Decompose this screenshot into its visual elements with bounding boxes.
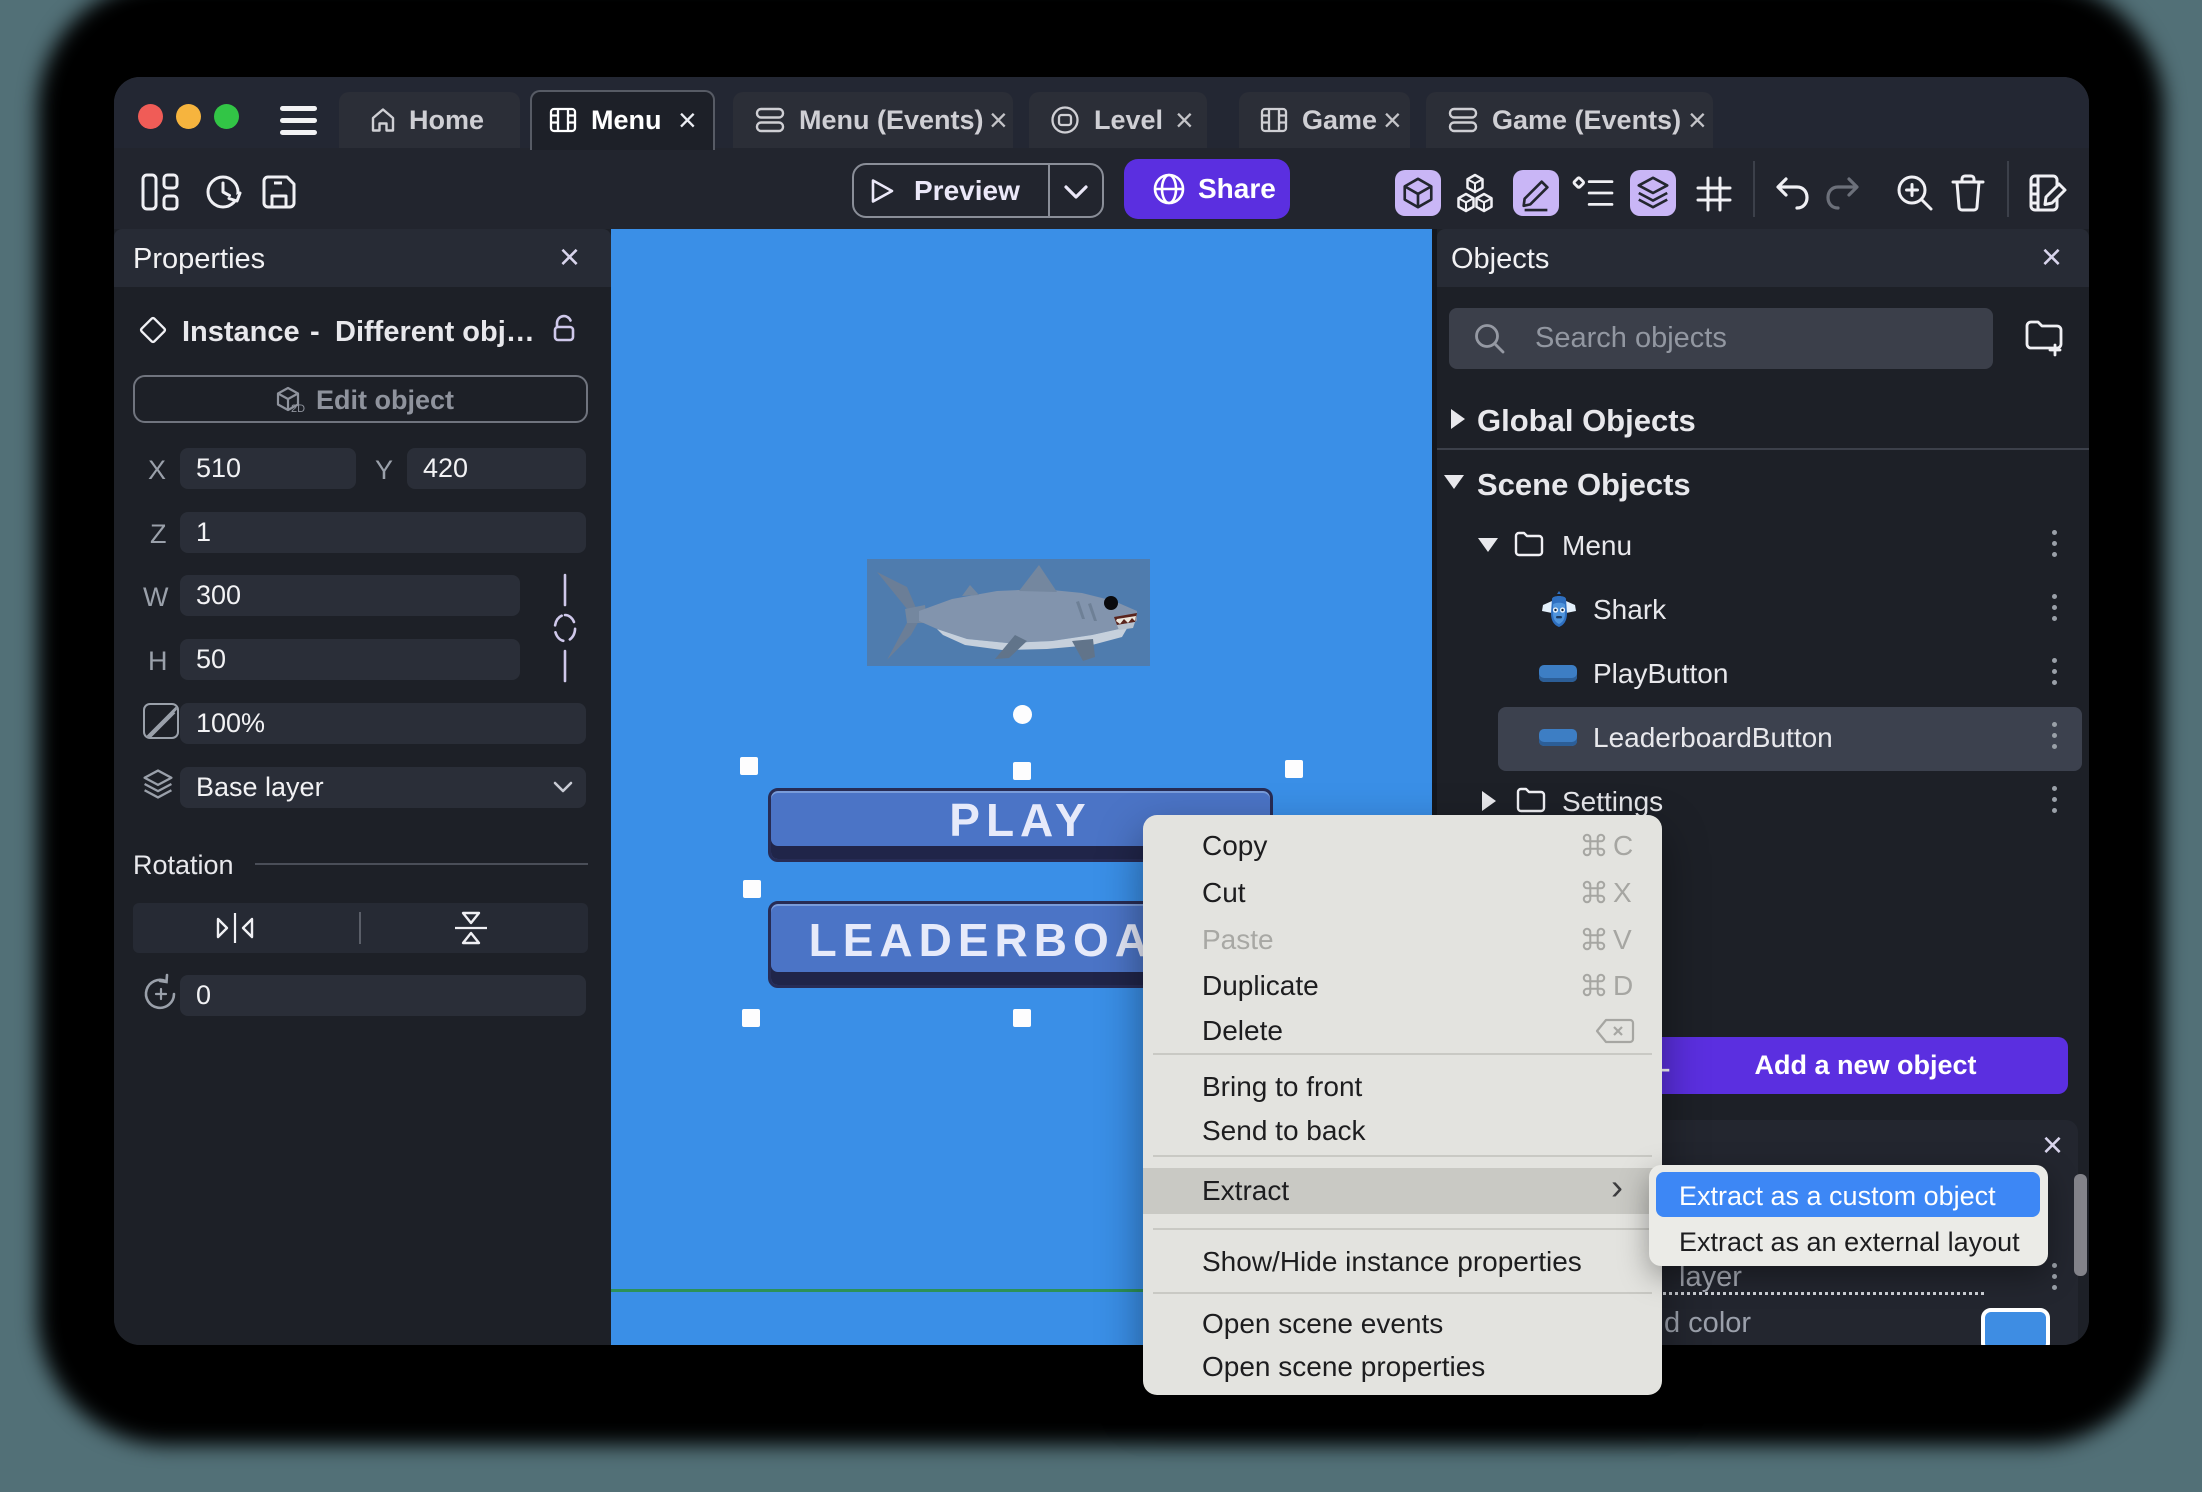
svg-text:2D: 2D (291, 403, 305, 415)
